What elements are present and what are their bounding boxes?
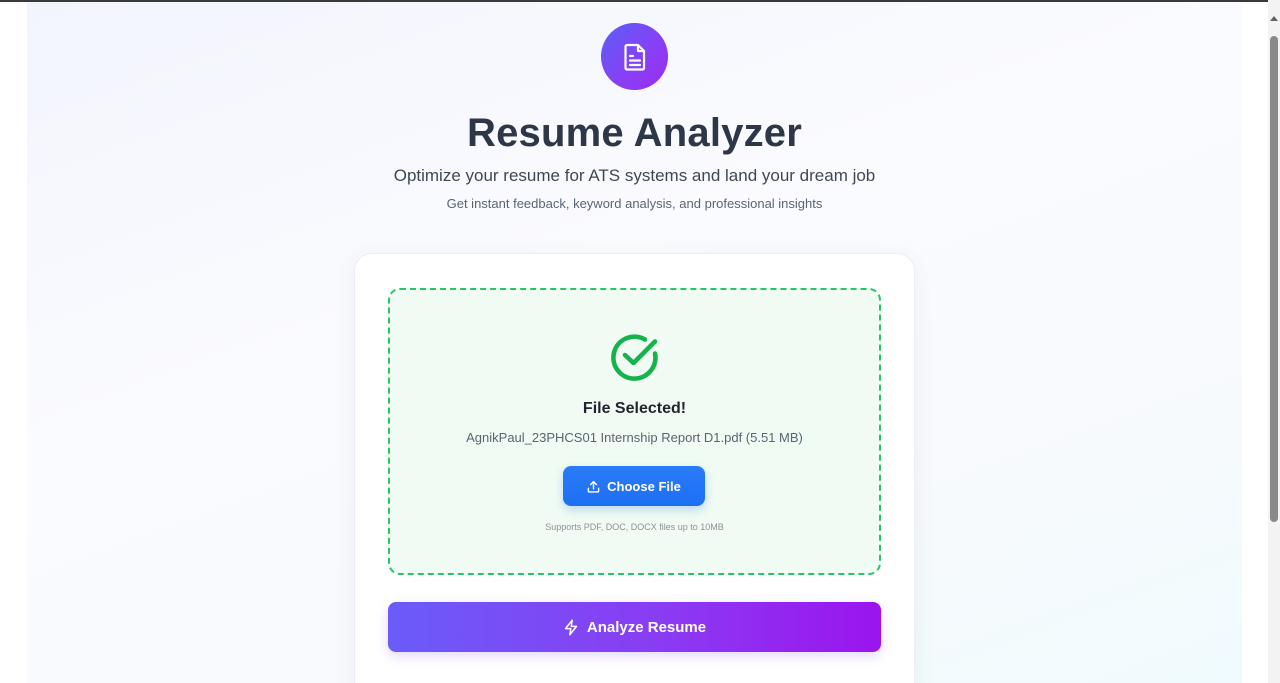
analyze-resume-button[interactable]: Analyze Resume <box>388 602 881 652</box>
page-subtitle: Optimize your resume for ATS systems and… <box>393 166 876 185</box>
check-circle-icon <box>611 334 658 381</box>
choose-file-button[interactable]: Choose File <box>563 466 705 506</box>
app-logo <box>601 23 668 90</box>
page-tagline: Get instant feedback, keyword analysis, … <box>446 196 823 211</box>
page-title: Resume Analyzer <box>467 111 802 155</box>
supported-formats-note: Supports PDF, DOC, DOCX files up to 10MB <box>545 522 724 532</box>
selected-file-name: AgnikPaul_23PHCS01 Internship Report D1.… <box>466 430 803 445</box>
analyze-resume-label: Analyze Resume <box>586 618 707 636</box>
scrollbar-thumb[interactable] <box>1270 36 1278 522</box>
scroll-up-icon[interactable] <box>1270 16 1278 21</box>
upload-icon <box>587 480 600 493</box>
page-background: Resume Analyzer Optimize your resume for… <box>27 2 1242 683</box>
lightning-icon <box>564 618 578 636</box>
file-dropzone[interactable]: File Selected! AgnikPaul_23PHCS01 Intern… <box>388 288 881 575</box>
choose-file-label: Choose File <box>607 478 681 494</box>
document-icon <box>623 43 645 71</box>
file-status-title: File Selected! <box>582 400 687 417</box>
upload-card: File Selected! AgnikPaul_23PHCS01 Intern… <box>354 253 915 683</box>
